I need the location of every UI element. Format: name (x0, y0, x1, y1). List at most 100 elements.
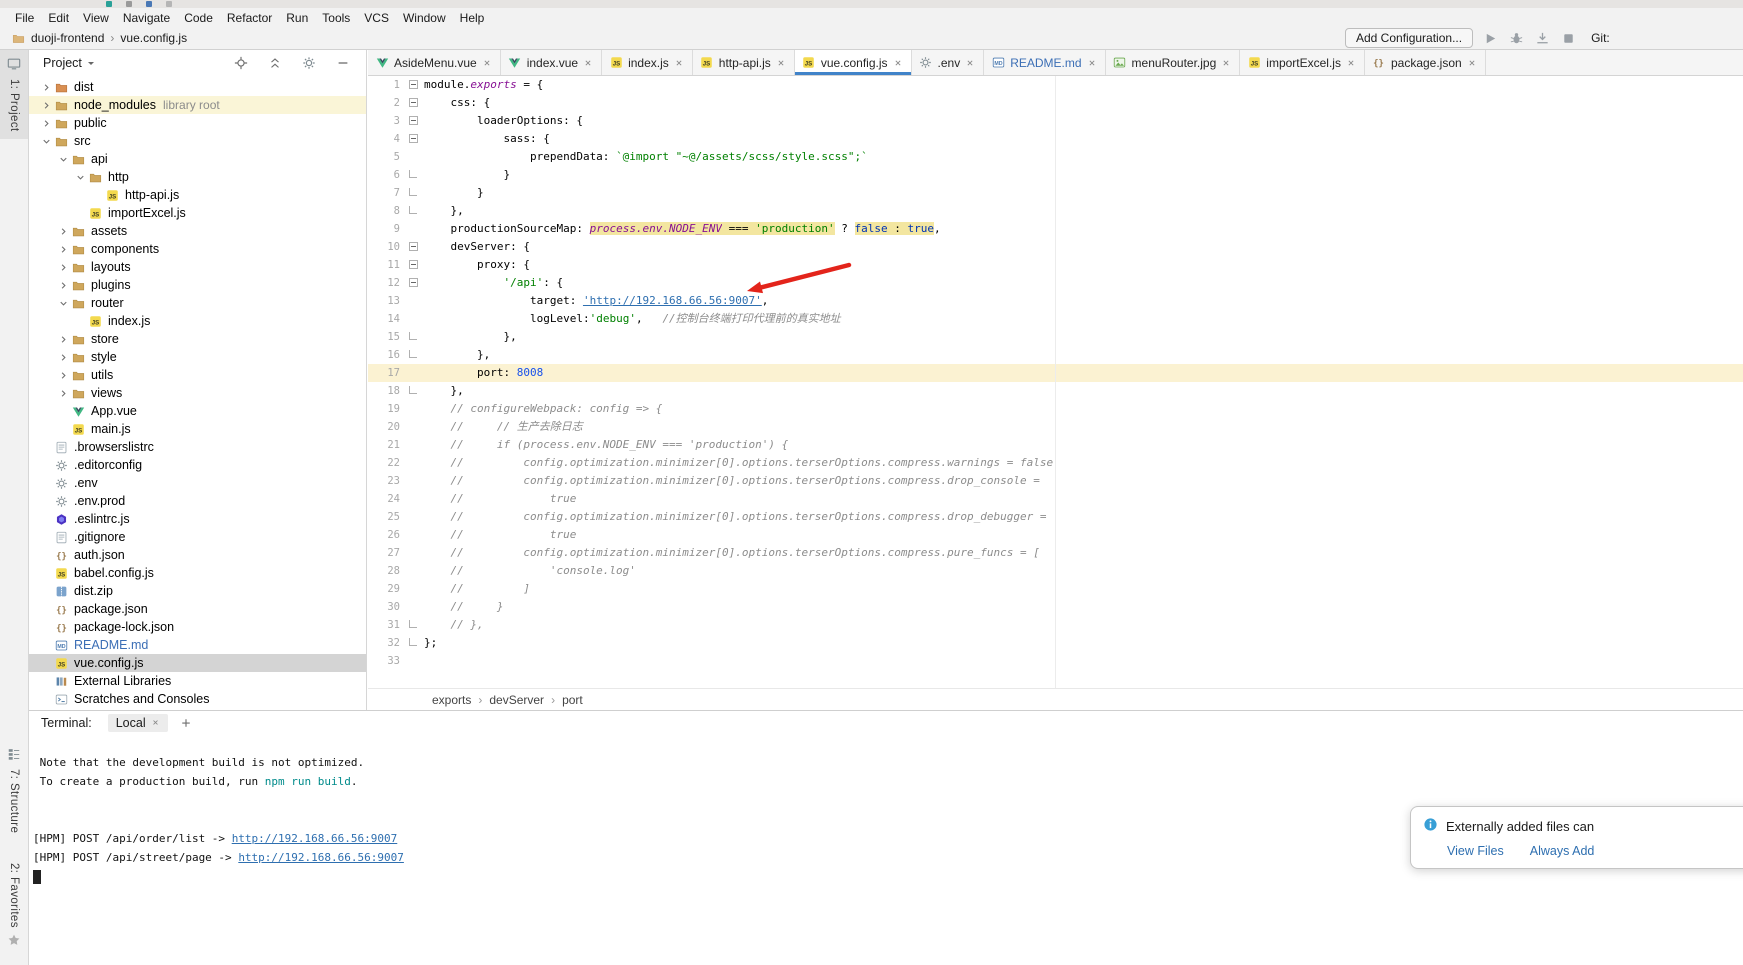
chevron-down-icon[interactable] (39, 136, 53, 147)
tab-importexcel-js[interactable]: JSimportExcel.js (1240, 50, 1365, 75)
tree-row-vue-config-js[interactable]: JSvue.config.js (29, 654, 366, 672)
tree-row-dist-zip[interactable]: dist.zip (29, 582, 366, 600)
close-tab-icon[interactable] (1346, 58, 1357, 68)
fold-collapse-icon[interactable] (402, 256, 424, 274)
chevron-right-icon[interactable] (39, 100, 53, 111)
fold-collapse-icon[interactable] (402, 130, 424, 148)
chevron-right-icon[interactable] (56, 226, 70, 237)
run-with-coverage-button[interactable] (1533, 29, 1551, 47)
close-tab-icon[interactable] (1087, 58, 1098, 68)
fold-collapse-icon[interactable] (402, 76, 424, 94)
breadcrumb-port[interactable]: port (562, 693, 583, 707)
breadcrumb-devserver[interactable]: devServer (489, 693, 544, 707)
add-configuration-button[interactable]: Add Configuration... (1345, 28, 1473, 48)
stop-button[interactable] (1559, 29, 1577, 47)
tree-row-layouts[interactable]: layouts (29, 258, 366, 276)
tree-row-gitignore[interactable]: .gitignore (29, 528, 366, 546)
tab-readme-md[interactable]: MDREADME.md (984, 50, 1105, 75)
menu-item-code[interactable]: Code (177, 11, 220, 25)
tree-row-editorconfig[interactable]: .editorconfig (29, 456, 366, 474)
tool-button-favorites[interactable]: 2: Favorites (0, 856, 28, 957)
chevron-down-icon[interactable] (56, 298, 70, 309)
collapse-all-icon[interactable] (267, 56, 283, 70)
menu-item-file[interactable]: File (8, 11, 41, 25)
chevron-right-icon[interactable] (56, 352, 70, 363)
menu-item-navigate[interactable]: Navigate (116, 11, 177, 25)
git-widget[interactable]: Git: (1591, 31, 1610, 45)
chevron-right-icon[interactable] (56, 334, 70, 345)
tab-http-api-js[interactable]: JShttp-api.js (693, 50, 795, 75)
notification-action-always-add[interactable]: Always Add (1530, 844, 1595, 858)
tree-row-app-vue[interactable]: App.vue (29, 402, 366, 420)
tab-vue-config-js[interactable]: JSvue.config.js (795, 50, 912, 75)
chevron-right-icon[interactable] (56, 388, 70, 399)
tree-row-external-libraries[interactable]: External Libraries (29, 672, 366, 690)
tree-row-dist[interactable]: dist (29, 78, 366, 96)
menu-item-run[interactable]: Run (279, 11, 315, 25)
debug-button[interactable] (1507, 29, 1525, 47)
close-tab-icon[interactable] (893, 58, 904, 68)
chevron-right-icon[interactable] (39, 82, 53, 93)
settings-icon[interactable] (301, 56, 317, 70)
tree-row-router[interactable]: router (29, 294, 366, 312)
close-tab-icon[interactable] (965, 58, 976, 68)
new-terminal-button[interactable] (180, 717, 192, 729)
toolbar-file-name[interactable]: vue.config.js (120, 31, 187, 45)
tree-row-plugins[interactable]: plugins (29, 276, 366, 294)
tool-button-structure[interactable]: 7: Structure (0, 740, 28, 840)
tree-row-scratches-and-consoles[interactable]: Scratches and Consoles (29, 690, 366, 708)
tree-row-store[interactable]: store (29, 330, 366, 348)
tab-env[interactable]: .env (912, 50, 985, 75)
chevron-right-icon[interactable] (56, 370, 70, 381)
tree-row-importexcel-js[interactable]: JSimportExcel.js (29, 204, 366, 222)
tree-row-index-js[interactable]: JSindex.js (29, 312, 366, 330)
tree-row-components[interactable]: components (29, 240, 366, 258)
tab-package-json[interactable]: {}package.json (1365, 50, 1486, 75)
fold-collapse-icon[interactable] (402, 238, 424, 256)
chevron-down-icon[interactable] (73, 172, 87, 183)
close-tab-icon[interactable] (583, 58, 594, 68)
tree-row-eslintrc-js[interactable]: .eslintrc.js (29, 510, 366, 528)
tab-index-js[interactable]: JSindex.js (602, 50, 693, 75)
toolbar-project-name[interactable]: duoji-frontend (31, 31, 104, 45)
project-view-selector[interactable]: Project (43, 56, 94, 70)
menu-item-tools[interactable]: Tools (315, 11, 357, 25)
tree-row-browserslistrc[interactable]: .browserslistrc (29, 438, 366, 456)
code-editor[interactable]: 1module.exports = {2 css: {3 loaderOptio… (368, 76, 1743, 688)
breadcrumb-exports[interactable]: exports (432, 693, 471, 707)
tree-row-views[interactable]: views (29, 384, 366, 402)
tree-row-utils[interactable]: utils (29, 366, 366, 384)
menu-item-window[interactable]: Window (396, 11, 453, 25)
tree-row-src[interactable]: src (29, 132, 366, 150)
menu-item-view[interactable]: View (76, 11, 116, 25)
chevron-down-icon[interactable] (56, 154, 70, 165)
chevron-right-icon[interactable] (56, 262, 70, 273)
hide-panel-icon[interactable] (335, 56, 351, 70)
tree-row-package-lock-json[interactable]: {}package-lock.json (29, 618, 366, 636)
tree-row-readme-md[interactable]: MDREADME.md (29, 636, 366, 654)
menu-item-vcs[interactable]: VCS (357, 11, 396, 25)
chevron-right-icon[interactable] (39, 118, 53, 129)
tree-row-http-api-js[interactable]: JShttp-api.js (29, 186, 366, 204)
tree-row-auth-json[interactable]: {}auth.json (29, 546, 366, 564)
chevron-right-icon[interactable] (56, 280, 70, 291)
url-link[interactable]: http://192.168.66.56:9007 (232, 832, 398, 845)
fold-collapse-icon[interactable] (402, 112, 424, 130)
tree-row-assets[interactable]: assets (29, 222, 366, 240)
tree-row-env[interactable]: .env (29, 474, 366, 492)
tool-button-project[interactable]: 1: Project (0, 50, 28, 139)
fold-collapse-icon[interactable] (402, 94, 424, 112)
close-tab-icon[interactable] (482, 58, 493, 68)
tree-row-babel-config-js[interactable]: JSbabel.config.js (29, 564, 366, 582)
tree-row-public[interactable]: public (29, 114, 366, 132)
close-icon[interactable] (151, 716, 160, 730)
tab-index-vue[interactable]: index.vue (501, 50, 602, 75)
menu-item-help[interactable]: Help (453, 11, 492, 25)
close-tab-icon[interactable] (1467, 58, 1478, 68)
menu-item-edit[interactable]: Edit (41, 11, 76, 25)
run-button[interactable] (1481, 29, 1499, 47)
tree-row-node-modules[interactable]: node_moduleslibrary root (29, 96, 366, 114)
locate-icon[interactable] (233, 56, 249, 70)
notification-action-view-files[interactable]: View Files (1447, 844, 1504, 858)
terminal-tab-local[interactable]: Local (108, 714, 168, 732)
